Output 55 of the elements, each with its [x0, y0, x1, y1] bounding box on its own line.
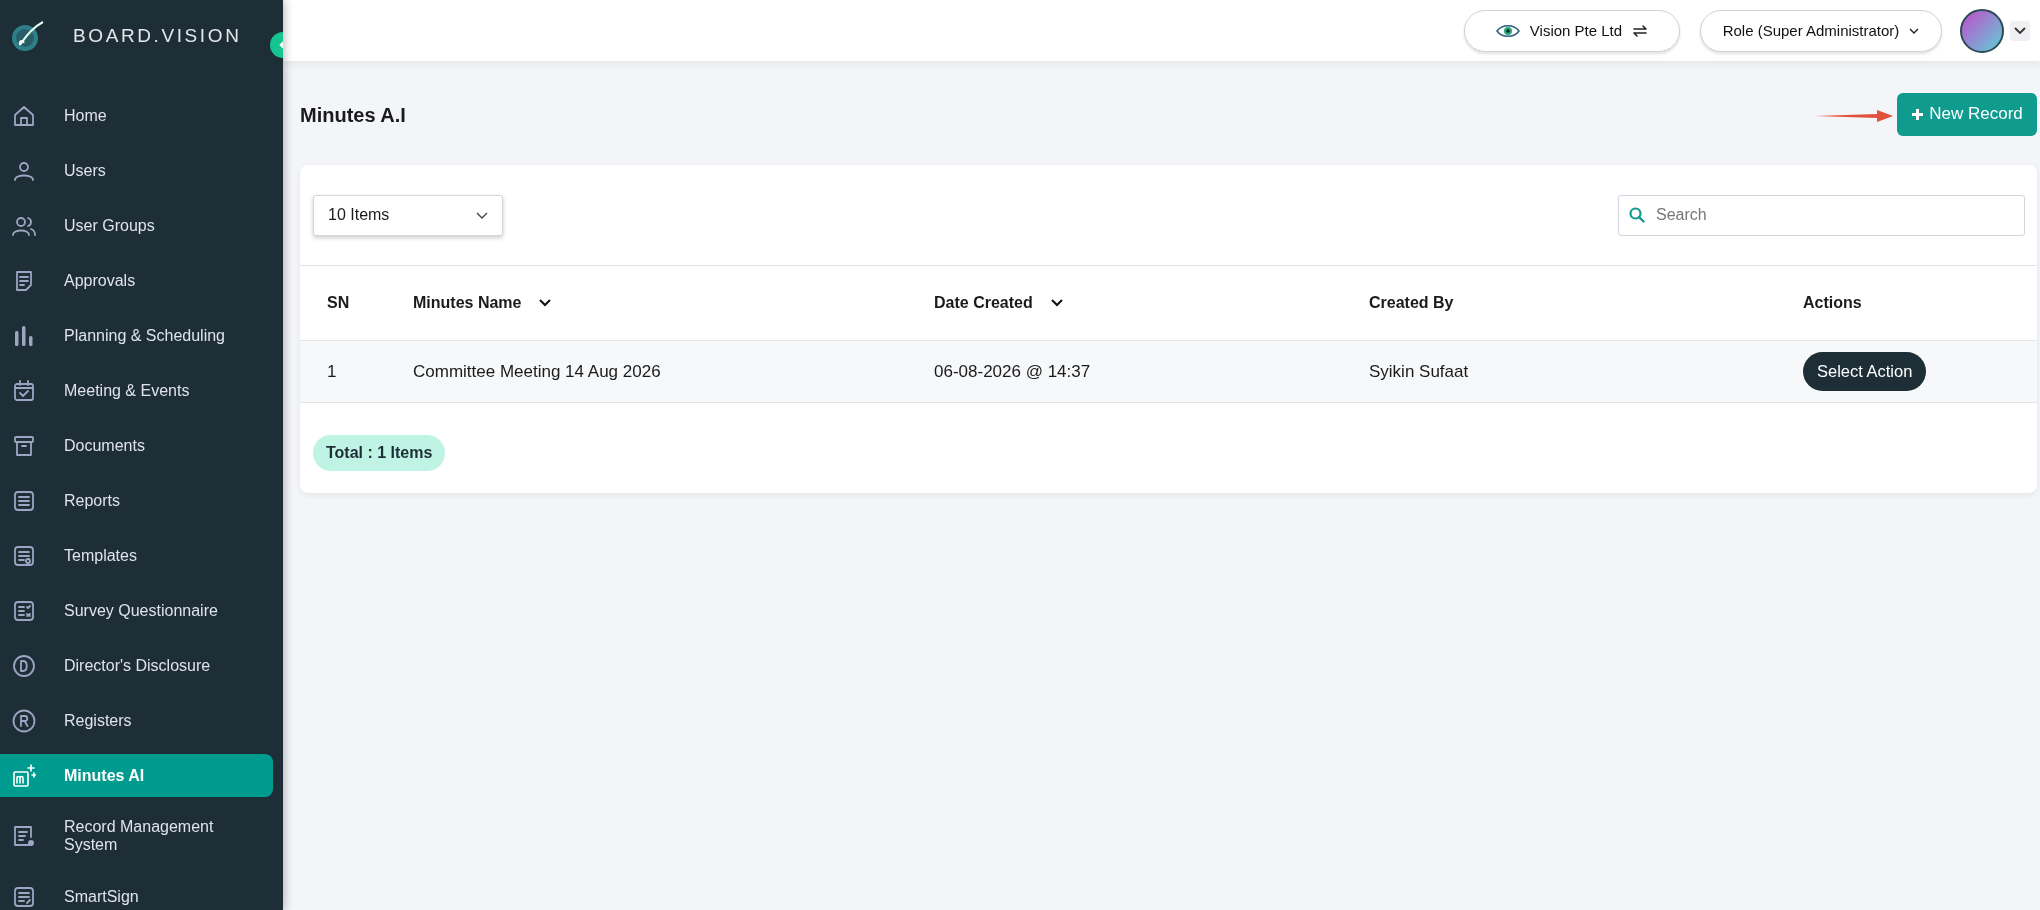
sort-chevron-icon[interactable]	[539, 299, 552, 307]
document-sign-icon	[12, 884, 36, 909]
sidebar-item[interactable]: Planning & Scheduling	[0, 308, 273, 363]
sparkle-m-icon	[12, 763, 36, 788]
document-search-icon	[12, 824, 36, 848]
sidebar-item[interactable]: Meeting & Events	[0, 363, 273, 418]
sidebar-item[interactable]: Users	[0, 143, 273, 198]
column-header[interactable]: Date Created	[934, 294, 1033, 312]
chevron-down-icon	[2014, 26, 2026, 35]
sidebar-item[interactable]: Record Management System	[0, 803, 273, 869]
sidebar-item[interactable]: Templates	[0, 528, 273, 583]
sidebar-item[interactable]: Registers	[0, 693, 273, 748]
sidebar-item[interactable]: Reports	[0, 473, 273, 528]
chevron-down-icon	[1909, 27, 1920, 34]
sort-chevron-icon[interactable]	[1050, 299, 1063, 307]
plus-icon	[1911, 107, 1925, 121]
role-dropdown[interactable]: Role (Super Administrator)	[1700, 9, 1942, 52]
sidebar-item[interactable]: User Groups	[0, 198, 273, 253]
template-icon	[12, 543, 36, 568]
archive-icon	[12, 433, 36, 458]
bar-chart-icon	[12, 323, 36, 348]
swap-icon	[1632, 22, 1649, 39]
search-field[interactable]: Search	[1618, 194, 2025, 236]
brand-name: BOARD.VISION	[73, 25, 242, 47]
total-count-badge: Total : 1 Items	[313, 435, 446, 471]
column-header: SN	[327, 294, 350, 312]
list-icon	[12, 488, 36, 513]
profile-menu-button[interactable]	[2010, 20, 2030, 41]
sidebar-item[interactable]: Documents	[0, 418, 273, 473]
sidebar-item[interactable]: Survey Questionnaire	[0, 583, 273, 638]
select-action-button[interactable]: Select Action	[1803, 352, 1927, 391]
company-switcher[interactable]: Vision Pte Ltd	[1464, 9, 1680, 52]
registered-icon	[12, 708, 36, 733]
table-cell-text: Syikin Sufaat	[1369, 361, 1470, 382]
table-cell-text: 06-08-2026 @ 14:37	[934, 361, 1092, 382]
sidebar-item[interactable]: Approvals	[0, 253, 273, 308]
logo-icon	[10, 19, 44, 53]
column-header: Created By	[1369, 294, 1454, 312]
calendar-icon	[12, 378, 36, 403]
column-header[interactable]: Minutes Name	[413, 294, 522, 312]
page-title: Minutes A.I	[300, 103, 406, 127]
chevron-down-icon	[476, 211, 488, 219]
checklist-icon	[12, 598, 36, 623]
column-header: Actions	[1803, 294, 1862, 312]
circle-d-icon	[12, 653, 36, 678]
search-icon	[1629, 206, 1645, 223]
eye-logo-icon	[1495, 22, 1520, 39]
page-size-dropdown[interactable]: 10 Items	[313, 194, 503, 236]
sidebar-item[interactable]: Director's Disclosure	[0, 638, 273, 693]
sidebar-item[interactable]: Home	[0, 88, 273, 143]
avatar[interactable]	[1960, 8, 2004, 53]
table-cell-text: 1	[326, 361, 338, 382]
home-icon	[12, 103, 36, 128]
sidebar-item[interactable]: SmartSign	[0, 869, 273, 910]
table-cell-text: Committee Meeting 14 Aug 2026	[413, 361, 662, 382]
